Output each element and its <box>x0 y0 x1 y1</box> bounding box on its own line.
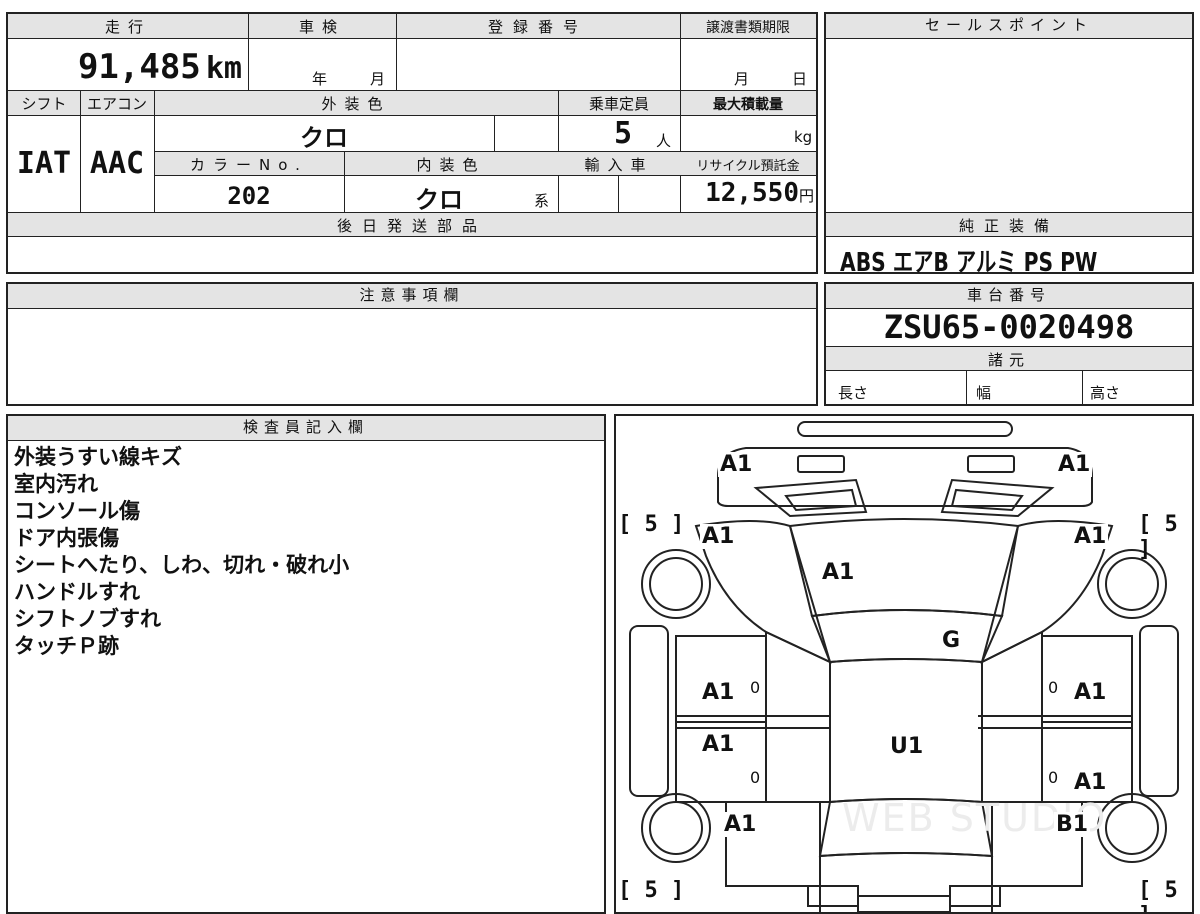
equipment-label: 純正装備 <box>958 217 1059 235</box>
mark-quarter-left: A1 <box>722 812 759 837</box>
sales-point-label: セールスポイント <box>826 14 1192 39</box>
mileage-label: 走行 <box>104 18 151 36</box>
chassis-number: ZSU65-0020498 <box>883 308 1135 346</box>
capacity-label: 乗車定員 <box>588 95 649 113</box>
ac-value: AAC <box>89 146 145 181</box>
mark-front-right: A1 <box>1056 452 1093 477</box>
note-item: 室内汚れ <box>14 472 98 496</box>
sales-point-box: セールスポイント 純正装備 ABS エアB アルミ PS PW <box>824 12 1194 278</box>
tire-front-left: [ 5 ] <box>618 512 685 537</box>
spec-width: 幅 <box>976 384 992 402</box>
caution-box: 注意事項欄 <box>6 282 818 406</box>
shift-label: シフト <box>21 95 67 113</box>
mark-door-front-left: A1 <box>700 680 737 705</box>
ext-color-value: クロ <box>300 124 348 152</box>
equipment-value: ABS エアB アルミ PS PW <box>840 248 1098 278</box>
note-item: シフトノブすれ <box>14 607 161 631</box>
inspector-notes-box: 検査員記入欄 外装うすい線キズ 室内汚れ コンソール傷 ドア内張傷 シートへたり… <box>6 414 606 914</box>
int-color-label: 内装色 <box>416 156 486 174</box>
note-item: シートへたり、しわ、切れ・破れ小 <box>14 553 350 577</box>
mark-roof: U1 <box>888 734 926 759</box>
import-label: 輸入車 <box>584 156 654 174</box>
recycle-value: 12,550 <box>705 178 799 208</box>
recycle-label: リサイクル預託金 <box>696 159 800 174</box>
mark-door-rear-left: A1 <box>700 732 737 757</box>
deadline-month: 月 <box>734 70 750 88</box>
shift-value: IAT <box>16 146 72 181</box>
tire-front-right: [ 5 ] <box>1138 512 1178 562</box>
note-item: 外装うすい線キズ <box>14 445 182 469</box>
color-no-value: 202 <box>227 182 271 210</box>
ext-color-label: 外装色 <box>321 95 391 113</box>
mark-windshield: G <box>940 628 963 653</box>
shaken-year: 年 <box>312 70 328 88</box>
note-item: ドア内張傷 <box>14 526 119 550</box>
caution-label: 注意事項欄 <box>8 284 816 309</box>
mark-door-rear-right: A1 <box>1072 770 1109 795</box>
note-item: タッチＰ跡 <box>14 634 119 658</box>
mark-quarter-right: B1 <box>1054 812 1091 837</box>
zero-mark-rr: 0 <box>1048 768 1059 787</box>
tire-rear-right: [ 5 ] <box>1138 878 1178 912</box>
inspector-label: 検査員記入欄 <box>8 416 604 441</box>
deadline-day: 日 <box>792 70 808 88</box>
inspector-notes: 外装うすい線キズ 室内汚れ コンソール傷 ドア内張傷 シートへたり、しわ、切れ・… <box>14 444 349 660</box>
tire-rear-left: [ 5 ] <box>618 878 685 903</box>
zero-mark-fl: 0 <box>750 678 761 697</box>
spec-label: 諸元 <box>987 351 1030 369</box>
later-parts-label: 後日発送部品 <box>336 217 487 235</box>
recycle-unit: 円 <box>798 187 814 205</box>
note-item: コンソール傷 <box>14 499 140 523</box>
chassis-box: 車台番号 ZSU65-0020498 諸元 長さ 幅 高さ <box>824 282 1194 406</box>
registration-label: 登録番号 <box>487 18 588 36</box>
color-no-label: カラーNo. <box>190 156 308 174</box>
spec-length: 長さ <box>838 384 869 402</box>
load-label: 最大積載量 <box>713 97 783 113</box>
ac-label: エアコン <box>86 95 147 113</box>
chassis-label: 車台番号 <box>826 284 1192 309</box>
mileage-value: 91,485 <box>77 47 201 87</box>
zero-mark-rl: 0 <box>750 768 761 787</box>
capacity-value: 5 <box>614 116 633 151</box>
zero-mark-fr: 0 <box>1048 678 1059 697</box>
deadline-label: 譲渡書類期限 <box>706 20 790 36</box>
vehicle-info-table: 走行 車検 登録番号 譲渡書類期限 91,485 km 年 月 月 日 シフト … <box>6 12 818 274</box>
shaken-label: 車検 <box>298 18 345 36</box>
mark-hood: A1 <box>820 560 857 585</box>
note-item: ハンドルすれ <box>14 580 140 604</box>
capacity-unit: 人 <box>656 132 672 150</box>
mark-fender-right: A1 <box>1072 524 1109 549</box>
int-color-value: クロ <box>415 186 463 214</box>
mark-fender-left: A1 <box>700 524 737 549</box>
car-damage-diagram: WEB STUDIO [ 5 ] [ 5 ] [ 5 ] [ 5 ] A1 A1… <box>614 414 1194 914</box>
mark-front-left: A1 <box>718 452 755 477</box>
mark-door-front-right: A1 <box>1072 680 1109 705</box>
load-unit: kg <box>794 128 813 146</box>
spec-height: 高さ <box>1090 384 1121 402</box>
mileage-unit: km <box>205 51 242 86</box>
int-color-suffix: 系 <box>534 192 550 210</box>
shaken-month: 月 <box>370 70 386 88</box>
